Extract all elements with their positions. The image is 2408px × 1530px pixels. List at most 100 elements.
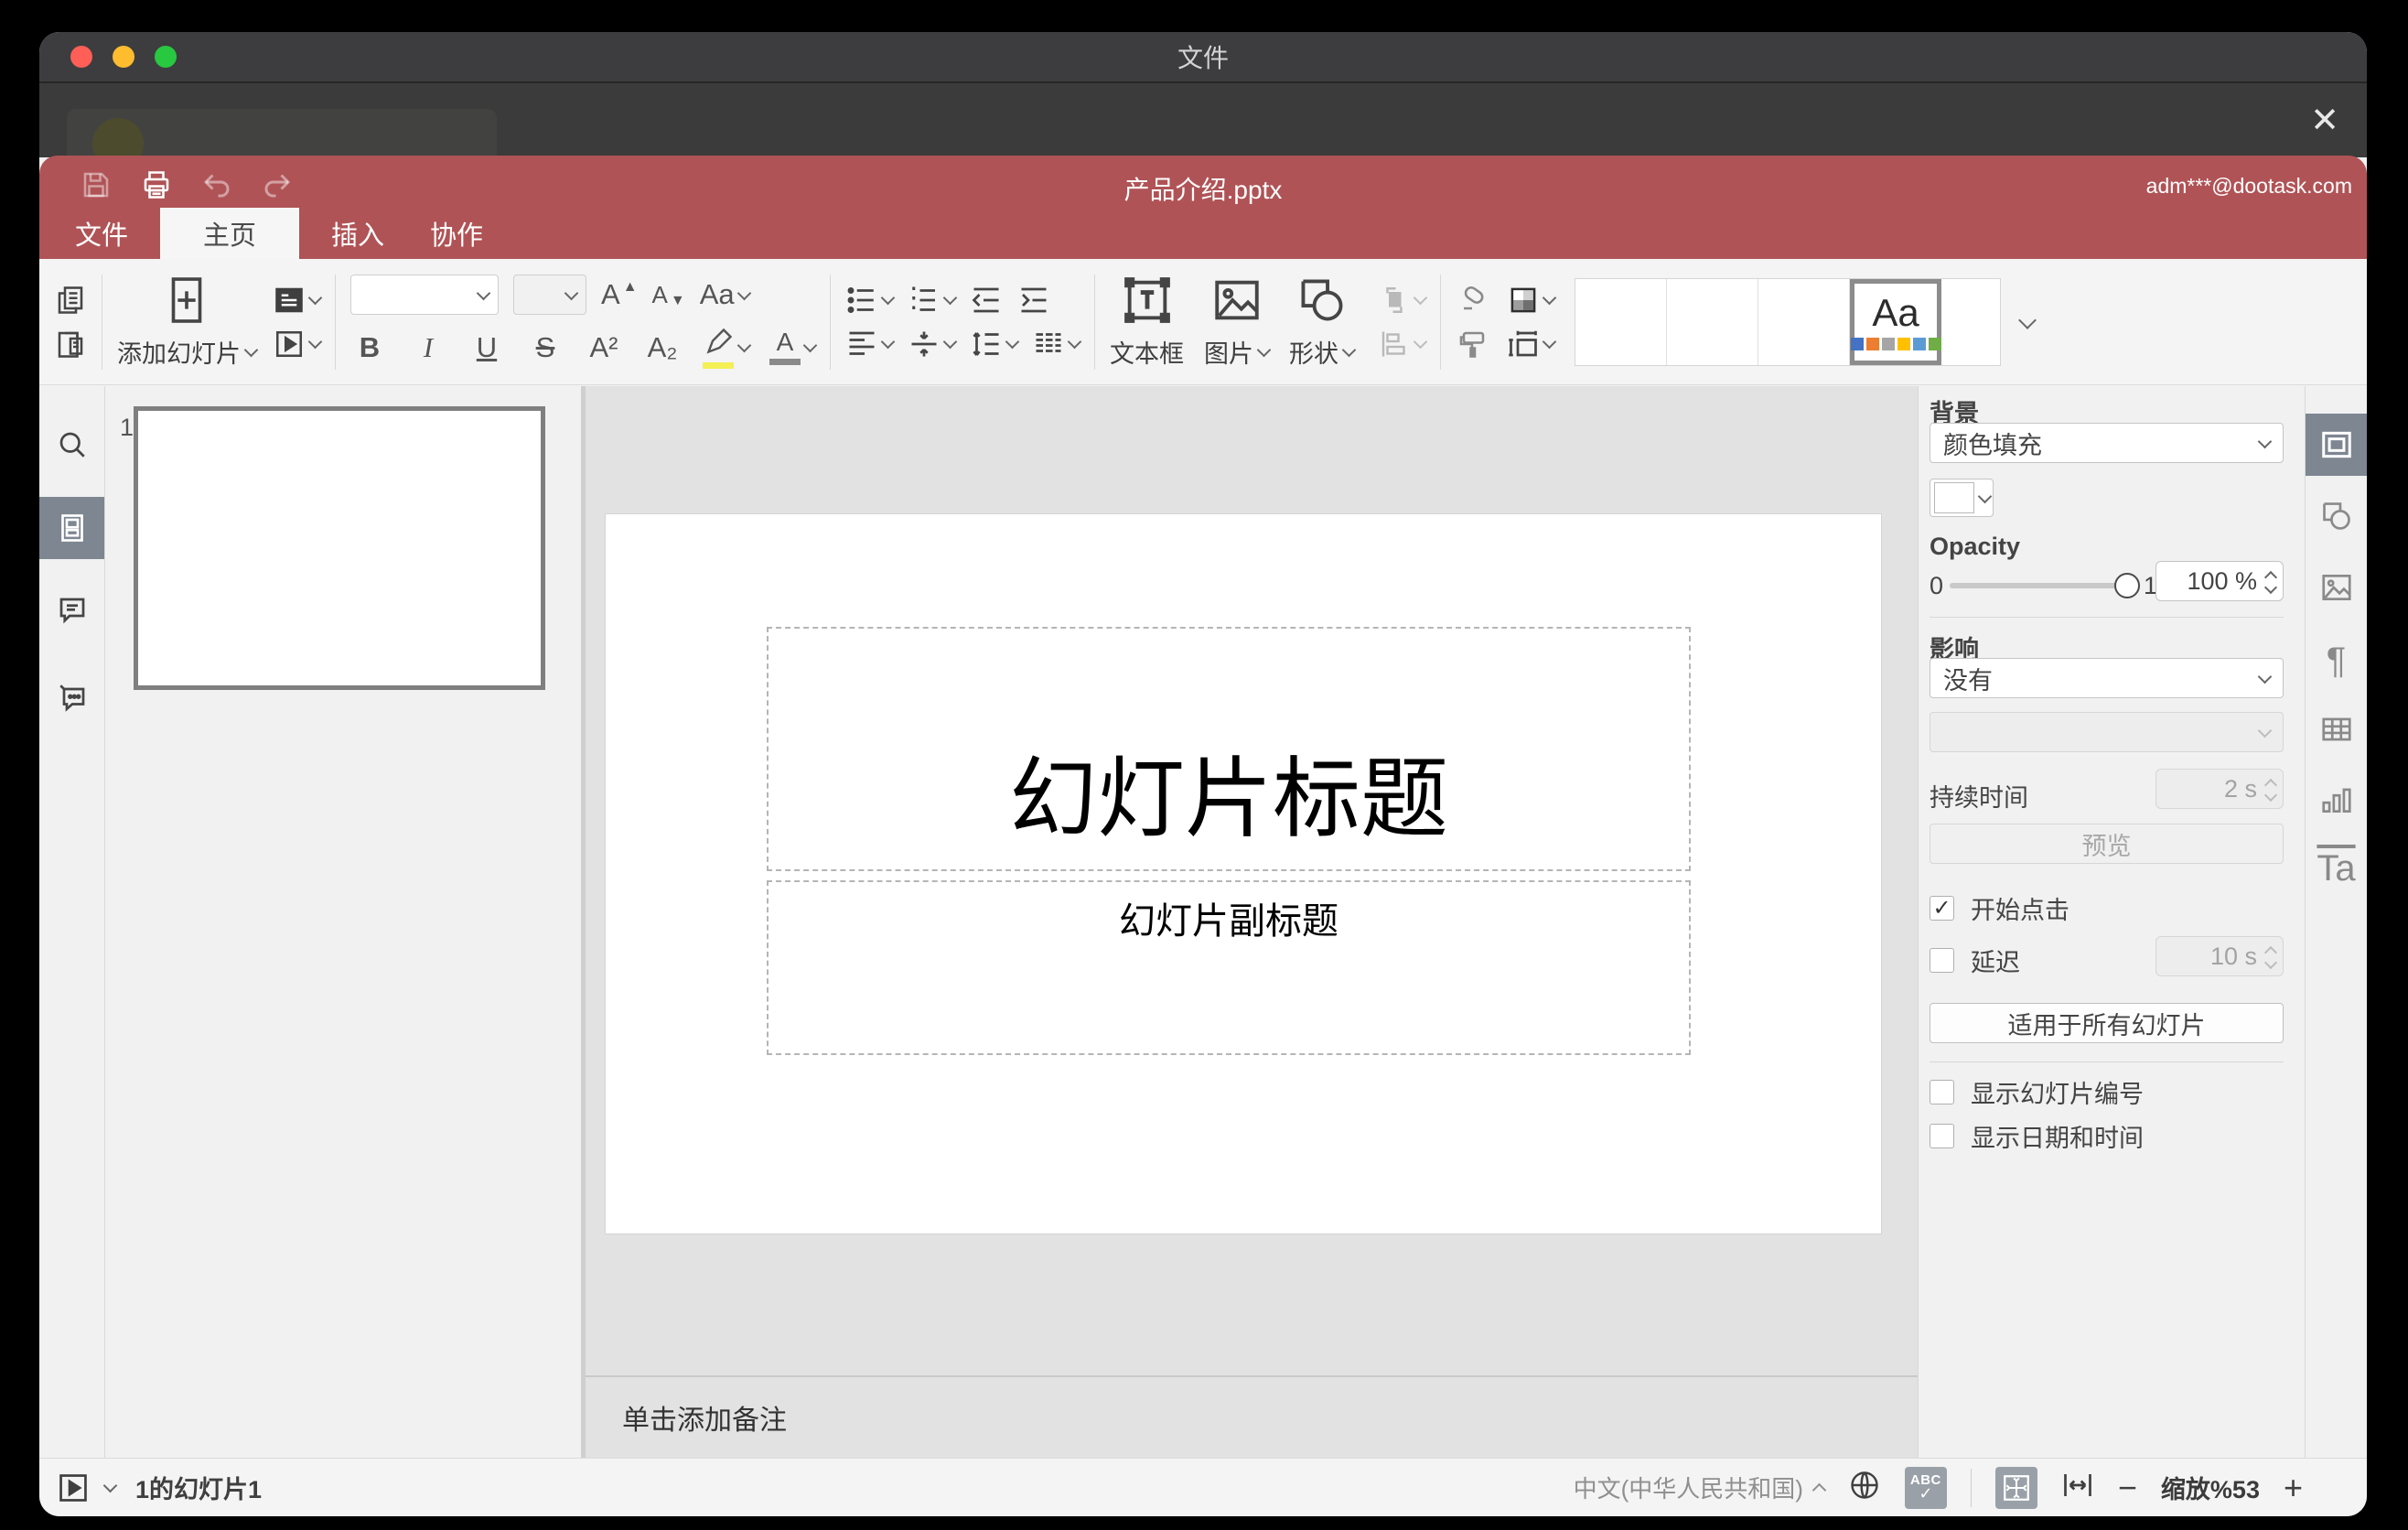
effect-select[interactable]: 没有 (1930, 658, 2284, 698)
tab-file[interactable]: 文件 (52, 208, 151, 259)
slide-size-icon[interactable] (1507, 328, 1557, 361)
minimize-traffic-button[interactable] (113, 46, 134, 68)
bold-button[interactable]: B (350, 331, 389, 364)
close-icon[interactable]: ✕ (2310, 103, 2339, 138)
arrange-shape-icon[interactable] (1378, 284, 1428, 317)
slide-layout-icon[interactable] (273, 284, 323, 317)
theme-option[interactable] (1667, 278, 1758, 365)
slide-title-placeholder[interactable]: 幻灯片标题 (767, 627, 1691, 871)
document-title: 产品介绍.pptx (1123, 176, 1283, 204)
font-name-select[interactable] (350, 275, 499, 315)
show-date-time-row: 显示日期和时间 (1930, 1118, 2144, 1154)
vertical-align-icon[interactable] (908, 328, 958, 361)
underline-button[interactable]: U (468, 331, 506, 364)
slide-canvas[interactable]: 幻灯片标题 幻灯片副标题 (606, 514, 1881, 1234)
theme-option-selected[interactable]: Aa (1850, 278, 1941, 365)
show-date-time-checkbox[interactable] (1930, 1124, 1954, 1148)
font-color-button[interactable]: A (769, 329, 818, 365)
add-slide-label: 添加幻灯片 (117, 340, 241, 368)
start-slideshow-status-icon[interactable] (56, 1471, 91, 1505)
superscript-button[interactable]: A² (585, 331, 623, 364)
search-icon[interactable] (39, 414, 104, 476)
highlight-color-button[interactable] (702, 326, 752, 369)
opacity-spinner[interactable]: 100 % (2155, 561, 2284, 601)
left-sidebar (39, 386, 105, 1458)
comments-icon[interactable] (39, 579, 104, 641)
shape-settings-icon[interactable] (2306, 485, 2367, 547)
delay-row: 延迟 (1930, 943, 2020, 978)
zoom-out-button[interactable]: − (2118, 1471, 2137, 1504)
slide-subtitle-placeholder[interactable]: 幻灯片副标题 (767, 880, 1691, 1055)
copy-icon[interactable] (54, 284, 87, 317)
clear-style-icon[interactable] (1456, 284, 1489, 317)
chart-settings-icon[interactable] (2306, 769, 2367, 831)
opacity-slider[interactable] (1950, 583, 2127, 588)
slideshow-options-caret-icon[interactable] (102, 1478, 118, 1493)
fill-color-swatch[interactable] (1930, 479, 1994, 517)
strikethrough-button[interactable]: S (526, 331, 564, 364)
image-settings-icon[interactable] (2306, 556, 2367, 619)
apply-to-all-button[interactable]: 适用于所有幻灯片 (1930, 1003, 2284, 1043)
fill-type-select[interactable]: 颜色填充 (1930, 423, 2284, 463)
start-slideshow-icon[interactable] (273, 328, 323, 361)
traffic-lights (70, 46, 177, 68)
close-traffic-button[interactable] (70, 46, 92, 68)
app-window: 文件 ✕ 产品介绍.pptx adm***@dootask.com 文件 主页 (39, 32, 2367, 1516)
start-on-click-checkbox[interactable]: ✓ (1930, 896, 1954, 921)
effect-variant-select[interactable] (1930, 712, 2284, 752)
subscript-button[interactable]: A₂ (643, 331, 682, 364)
insert-shape-button[interactable]: 形状 (1289, 274, 1357, 370)
bullet-list-icon[interactable] (845, 284, 896, 317)
decrease-indent-icon[interactable] (970, 284, 1003, 317)
theme-option[interactable] (1941, 279, 2000, 365)
language-selector[interactable]: 中文(中华人民共和国) (1574, 1471, 1827, 1504)
fit-to-width-button[interactable] (2061, 1469, 2094, 1506)
add-slide-button[interactable]: 添加幻灯片 (117, 274, 259, 370)
table-settings-icon[interactable] (2306, 698, 2367, 760)
delay-checkbox[interactable] (1930, 948, 1954, 973)
spellcheck-toggle[interactable]: ABC ✓ (1904, 1466, 1947, 1509)
copy-style-icon[interactable] (1456, 328, 1489, 361)
slide-settings-icon[interactable] (2306, 414, 2367, 476)
status-bar: 1的幻灯片1 中文(中华人民共和国) ABC ✓ − 缩放%53 + (39, 1458, 2367, 1516)
italic-button[interactable]: I (409, 331, 447, 364)
color-scheme-icon[interactable] (1507, 284, 1557, 317)
insert-image-button[interactable]: 图片 (1204, 274, 1272, 370)
tab-insert[interactable]: 插入 (308, 208, 407, 259)
insert-textbox-button[interactable]: 文本框 (1110, 274, 1184, 370)
tab-home[interactable]: 主页 (160, 208, 300, 259)
opacity-slider-handle[interactable] (2114, 573, 2140, 598)
theme-option[interactable] (1575, 278, 1667, 365)
maximize-traffic-button[interactable] (155, 46, 177, 68)
textart-settings-icon[interactable]: Ta (2306, 837, 2367, 900)
delay-spinner[interactable]: 10 s (2155, 936, 2284, 976)
horizontal-align-icon[interactable] (845, 328, 896, 361)
align-shape-icon[interactable] (1378, 328, 1428, 361)
theme-gallery-expand-icon[interactable] (2018, 310, 2037, 329)
numbered-list-icon[interactable] (908, 284, 958, 317)
change-case-icon[interactable]: Aa (700, 278, 751, 311)
increase-indent-icon[interactable] (1017, 284, 1050, 317)
preview-button[interactable]: 预览 (1930, 824, 2284, 864)
font-size-select[interactable] (513, 275, 586, 315)
duration-spinner[interactable]: 2 s (2155, 769, 2284, 809)
slides-panel-icon[interactable] (39, 497, 104, 559)
font-decrease-icon[interactable]: A ▼ (652, 280, 685, 309)
slide-thumbnail[interactable] (134, 406, 545, 690)
zoom-in-button[interactable]: + (2284, 1471, 2303, 1504)
tab-collaboration[interactable]: 协作 (407, 208, 506, 259)
show-slide-number-label: 显示幻灯片编号 (1971, 1081, 2144, 1108)
theme-option[interactable] (1758, 278, 1850, 365)
show-slide-number-checkbox[interactable] (1930, 1080, 1954, 1104)
document-language-globe-icon[interactable] (1848, 1469, 1881, 1506)
fit-to-slide-button[interactable] (1994, 1466, 2037, 1509)
chat-icon[interactable] (39, 666, 104, 728)
home-toolbar: 添加幻灯片 A ▲ A ▼ Aa B I U S A² A₂ A 文本框 图片 … (39, 259, 2367, 385)
notes-area[interactable]: 单击添加备注 (586, 1375, 1918, 1458)
font-increase-icon[interactable]: A ▲ (601, 278, 638, 311)
slide-title-text: 幻灯片标题 (1009, 750, 1448, 848)
paste-icon[interactable] (54, 328, 87, 361)
columns-icon[interactable] (1032, 328, 1082, 361)
line-spacing-icon[interactable] (970, 328, 1020, 361)
paragraph-settings-icon[interactable]: ¶ (2306, 630, 2367, 692)
